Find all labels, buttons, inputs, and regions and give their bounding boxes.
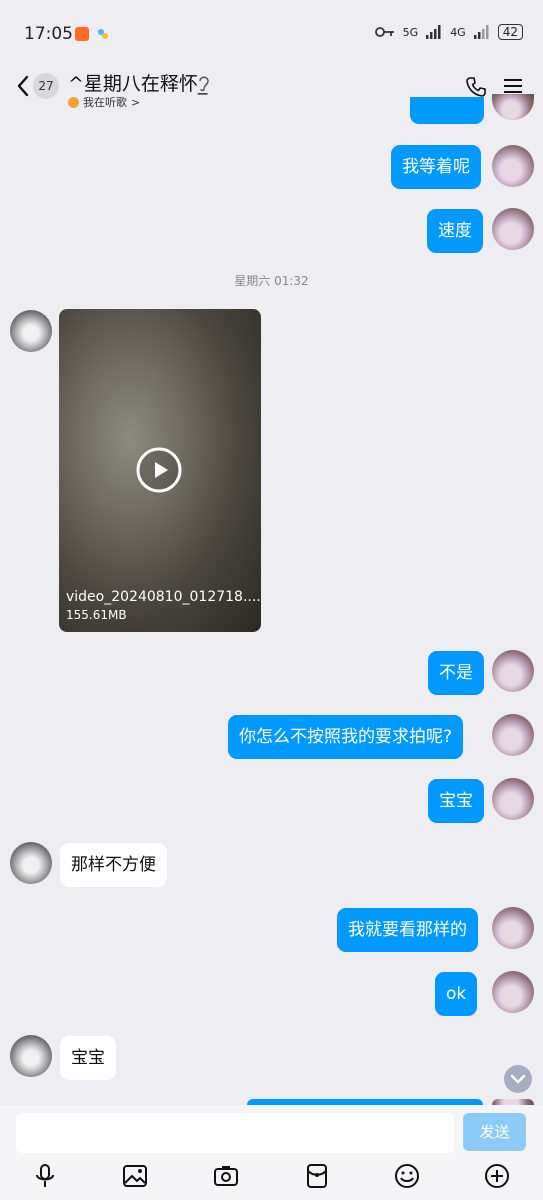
outgoing-message[interactable]: 我就要看那样的 xyxy=(337,908,478,952)
my-avatar[interactable] xyxy=(492,94,534,120)
unread-count-badge[interactable]: 27 xyxy=(33,73,59,99)
contact-avatar[interactable] xyxy=(10,1035,52,1077)
status-time: 17:05 xyxy=(24,24,73,44)
input-bar: 发送 xyxy=(0,1105,543,1200)
camera-icon[interactable] xyxy=(213,1163,239,1189)
signal-label-4g: 4G xyxy=(450,25,466,39)
outgoing-message[interactable]: ok xyxy=(435,972,478,1016)
incoming-message[interactable]: 那样不方便 xyxy=(60,843,167,887)
message-bubble-partial[interactable] xyxy=(410,97,484,124)
red-packet-icon[interactable] xyxy=(304,1163,330,1189)
my-avatar[interactable] xyxy=(492,971,534,1013)
outgoing-message[interactable]: 不是 xyxy=(428,651,484,695)
play-icon[interactable] xyxy=(136,447,182,493)
my-avatar[interactable] xyxy=(492,714,534,756)
message-timestamp: 星期六 01:32 xyxy=(234,274,309,288)
image-icon[interactable] xyxy=(122,1163,148,1189)
incoming-message[interactable]: 宝宝 xyxy=(60,1036,116,1080)
signal-icon-2 xyxy=(473,25,489,39)
app-notification-icon-2 xyxy=(98,29,108,39)
my-avatar[interactable] xyxy=(492,208,534,250)
voice-icon[interactable] xyxy=(32,1163,58,1189)
my-avatar[interactable] xyxy=(492,145,534,187)
video-filesize: 155.61MB xyxy=(66,608,127,622)
music-status-icon xyxy=(68,96,79,108)
status-right: 5G 4G 42 xyxy=(374,24,523,40)
chat-title[interactable]: ^星期八在释怀_ xyxy=(68,69,207,96)
contact-avatar[interactable] xyxy=(10,310,52,352)
my-avatar[interactable] xyxy=(492,778,534,820)
app-notification-icon xyxy=(75,27,89,41)
message-input[interactable] xyxy=(16,1113,454,1153)
signal-label-5g: 5G xyxy=(402,25,419,39)
outgoing-message[interactable]: 宝宝 xyxy=(428,779,484,823)
listening-status[interactable]: 我在听歌 > xyxy=(68,94,140,110)
phone-call-icon[interactable] xyxy=(465,76,487,98)
battery-indicator: 42 xyxy=(497,24,523,40)
menu-icon[interactable] xyxy=(504,78,522,94)
video-message[interactable]: video_20240810_012718.... 155.61MB xyxy=(59,309,261,632)
ear-icon xyxy=(199,76,209,92)
emoji-icon[interactable] xyxy=(394,1163,420,1189)
listening-status-text: 我在听歌 xyxy=(83,96,127,109)
my-avatar[interactable] xyxy=(492,650,534,692)
chevron-down-icon xyxy=(510,1074,526,1084)
contact-avatar[interactable] xyxy=(10,842,52,884)
my-avatar[interactable] xyxy=(492,907,534,949)
plus-icon[interactable] xyxy=(484,1163,510,1189)
scroll-to-bottom-button[interactable] xyxy=(504,1065,532,1093)
status-bar: 17:05 5G 4G 42 xyxy=(0,0,543,68)
outgoing-message[interactable]: 我等着呢 xyxy=(391,145,481,189)
video-filename: video_20240810_012718.... xyxy=(66,589,261,605)
outgoing-message[interactable]: 速度 xyxy=(427,209,483,253)
outgoing-message[interactable]: 你怎么不按照我的要求拍呢? xyxy=(228,715,464,759)
signal-icon xyxy=(426,25,441,39)
chevron-right-icon: > xyxy=(131,95,141,109)
send-button[interactable]: 发送 xyxy=(463,1113,526,1151)
back-icon[interactable] xyxy=(14,72,34,100)
key-icon xyxy=(374,27,394,37)
